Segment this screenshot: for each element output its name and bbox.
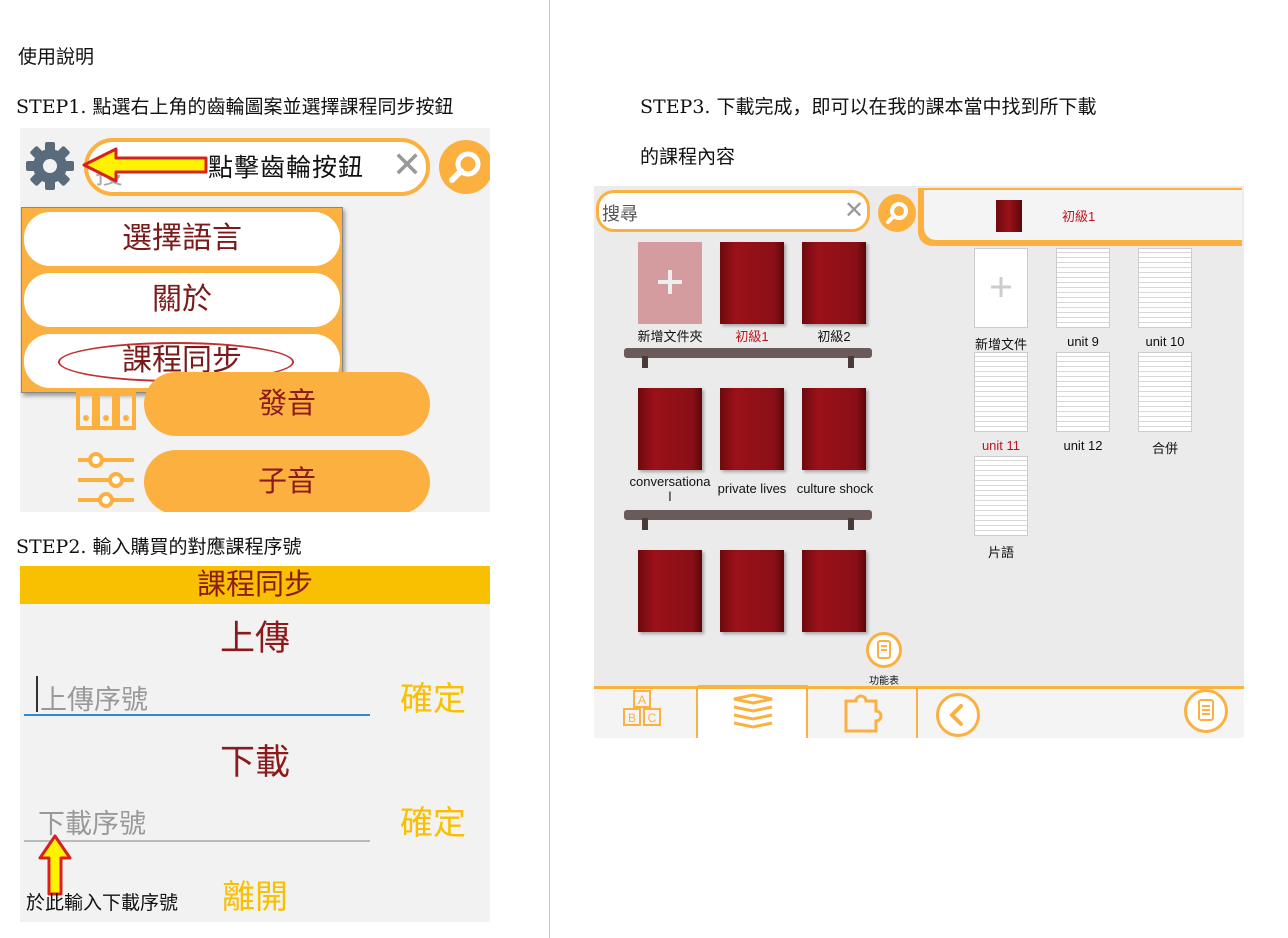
add-folder-label: 新增文件夾 [637, 329, 703, 344]
plus-icon [658, 270, 682, 294]
book-conversational-label: conversationa l [629, 474, 711, 504]
function-menu-button[interactable] [1184, 689, 1228, 733]
shelf-leg [642, 518, 648, 530]
my-books-screenshot: 搜尋 ✕ 初級1 新增文件夾 初級1 初級2 conversationa l p… [594, 186, 1244, 738]
book-item[interactable] [802, 550, 866, 632]
book-item[interactable] [720, 550, 784, 632]
menu-item-language[interactable]: 選擇語言 [24, 212, 340, 266]
svg-text:A: A [638, 693, 646, 707]
sliders-icon [78, 452, 134, 508]
open-book-title: 初級1 [1062, 209, 1096, 224]
download-annotation: 於此輸入下載序號 [26, 892, 179, 914]
doc-unit-9[interactable] [1056, 248, 1110, 328]
page-heading: 使用說明 [18, 46, 95, 68]
search-icon [449, 151, 481, 183]
document-icon [877, 640, 891, 659]
books-icon [76, 392, 136, 430]
sync-dialog-title: 課程同步 [20, 566, 490, 604]
book-beginner-2-label: 初級2 [817, 329, 851, 344]
menu-item-about[interactable]: 關於 [24, 273, 340, 327]
download-confirm-button[interactable]: 確定 [400, 796, 466, 844]
shelf-leg [848, 518, 854, 530]
book-private-lives-label: private lives [717, 481, 787, 496]
tab-my-books[interactable] [698, 685, 808, 738]
doc-unit-11[interactable] [974, 352, 1028, 432]
page-divider [549, 0, 550, 938]
doc-unit-12-label: unit 12 [1063, 438, 1103, 453]
settings-menu-screenshot: 搜 ✕ 點擊齒輪按鈕 選擇語言 關於 課程同步 發音 子音 [20, 128, 490, 512]
download-code-field[interactable] [24, 840, 370, 842]
stack-of-books-icon [733, 693, 773, 729]
arrow-left-icon [82, 147, 208, 183]
gear-icon[interactable] [24, 140, 76, 192]
doc-unit-9-label: unit 9 [1067, 334, 1099, 349]
book-private-lives[interactable] [720, 388, 784, 470]
text-cursor [36, 676, 38, 712]
search-button[interactable] [439, 140, 490, 194]
add-document-label: 新增文件 [974, 337, 1027, 352]
step3-text-line2: 的課程內容 [640, 146, 736, 168]
book-item[interactable] [638, 550, 702, 632]
shelf-leg [642, 356, 648, 368]
arrow-annotation: 點擊齒輪按鈕 [208, 153, 365, 182]
consonant-button[interactable]: 子音 [144, 450, 430, 512]
step3-text-line1: STEP3. 下載完成，即可以在我的課本當中找到所下載 [640, 96, 1097, 118]
download-title: 下載 [220, 743, 291, 782]
pronunciation-button[interactable]: 發音 [144, 372, 430, 436]
doc-phrases[interactable] [974, 456, 1028, 536]
exit-button[interactable]: 離開 [222, 870, 288, 918]
doc-merge[interactable] [1138, 352, 1192, 432]
puzzle-icon [844, 694, 883, 733]
upload-confirm-button[interactable]: 確定 [400, 672, 466, 720]
book-culture-shock[interactable] [802, 388, 866, 470]
library-search-button[interactable] [878, 194, 916, 232]
add-folder-tile[interactable] [638, 242, 702, 324]
arrow-up-icon [38, 834, 72, 896]
doc-unit-10-label: unit 10 [1145, 334, 1185, 349]
abc-blocks-icon: A B C [623, 690, 661, 726]
bottom-navigation: A B C [594, 685, 1244, 738]
book-culture-shock-label: culture shock [796, 481, 874, 496]
doc-merge-label: 合併 [1151, 441, 1178, 456]
close-icon[interactable]: ✕ [392, 144, 422, 186]
svg-text:B: B [628, 711, 636, 725]
upload-title: 上傳 [220, 619, 291, 658]
step1-text: STEP1. 點選右上角的齒輪圖案並選擇課程同步按鈕 [16, 96, 454, 118]
plus-icon [991, 277, 1011, 297]
close-icon[interactable]: ✕ [844, 196, 864, 225]
bookshelf [624, 510, 872, 520]
open-book-thumbnail [996, 200, 1022, 232]
book-conversational[interactable] [638, 388, 702, 470]
add-document-tile[interactable] [974, 248, 1028, 328]
doc-unit-11-label: unit 11 [981, 438, 1021, 453]
tab-games[interactable] [808, 689, 918, 738]
menu-button-label: 功能表 [869, 676, 899, 687]
upload-code-placeholder: 上傳序號 [40, 685, 148, 715]
upload-code-field[interactable] [24, 714, 370, 716]
book-beginner-1-label: 初級1 [735, 329, 769, 344]
tab-abc[interactable]: A B C [594, 689, 698, 738]
doc-unit-12[interactable] [1056, 352, 1110, 432]
shelf-leg [848, 356, 854, 368]
book-beginner-1[interactable] [720, 242, 784, 324]
book-beginner-2[interactable] [802, 242, 866, 324]
step2-text: STEP2. 輸入購買的對應課程序號 [16, 536, 302, 558]
doc-phrases-label: 片語 [987, 545, 1014, 560]
library-search-placeholder: 搜尋 [602, 204, 638, 224]
chevron-left-icon [949, 704, 963, 726]
bookshelf [624, 348, 872, 358]
document-icon [1198, 699, 1214, 721]
svg-text:C: C [648, 711, 657, 725]
doc-unit-10[interactable] [1138, 248, 1192, 328]
menu-button[interactable] [866, 632, 902, 668]
search-icon [886, 202, 908, 224]
back-button[interactable] [936, 693, 980, 737]
course-sync-screenshot: 課程同步 上傳 上傳序號 確定 下載 下載序號 確定 於此輸入下載序號 離開 [20, 566, 490, 922]
